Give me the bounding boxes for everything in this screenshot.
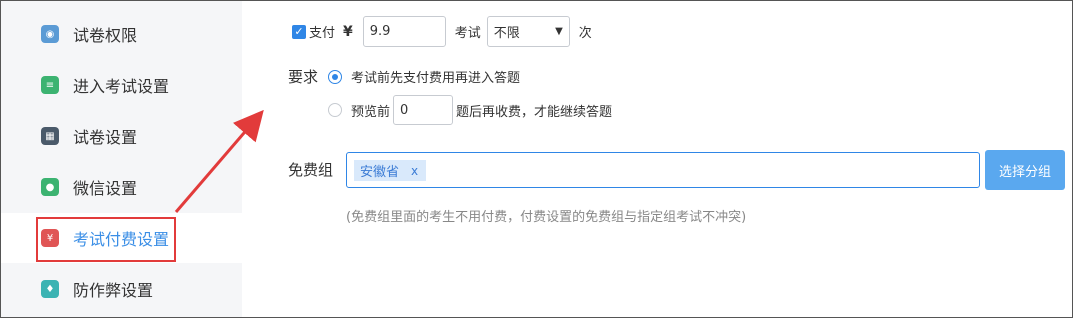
radio-unselected-icon[interactable]: [328, 103, 342, 117]
group-tag-label: 安徽省: [360, 165, 400, 180]
preview-count-input[interactable]: 0: [393, 95, 454, 125]
currency-symbol: ¥: [343, 23, 353, 40]
choose-group-button[interactable]: 选择分组: [985, 150, 1065, 190]
free-group-input[interactable]: 安徽省 x: [346, 152, 980, 188]
times-unit: 次: [578, 26, 592, 41]
option-preview-prefix: 预览前: [351, 104, 391, 120]
radio-selected-icon[interactable]: [328, 69, 342, 84]
payment-row: ✓ 支付 ¥ 9.9 考试 不限 ▼ 次: [292, 16, 592, 47]
requirement-label: 要求: [288, 68, 319, 86]
requirement-option-preview[interactable]: 预览前 0 题后再收费，才能继续答题: [328, 95, 612, 125]
exam-label: 考试: [454, 26, 481, 41]
option-preview-suffix: 题后再收费，才能继续答题: [456, 104, 613, 120]
free-group-hint: (免费组里面的考生不用付费，付费设置的免费组与指定组考试不冲突): [346, 210, 747, 225]
requirement-option-pay-first[interactable]: 考试前先支付费用再进入答题: [328, 67, 520, 86]
option-pay-first-label: 考试前先支付费用再进入答题: [351, 71, 521, 86]
tag-remove-icon[interactable]: x: [411, 164, 418, 178]
chevron-down-icon: ▼: [555, 26, 563, 37]
times-select[interactable]: 不限 ▼: [486, 16, 570, 47]
amount-input[interactable]: 9.9: [362, 16, 446, 47]
free-group-label: 免费组: [288, 161, 334, 179]
group-tag: 安徽省 x: [354, 160, 427, 181]
pay-checkbox[interactable]: ✓: [292, 24, 306, 39]
times-select-value: 不限: [493, 26, 520, 41]
pay-label: 支付: [309, 26, 336, 41]
